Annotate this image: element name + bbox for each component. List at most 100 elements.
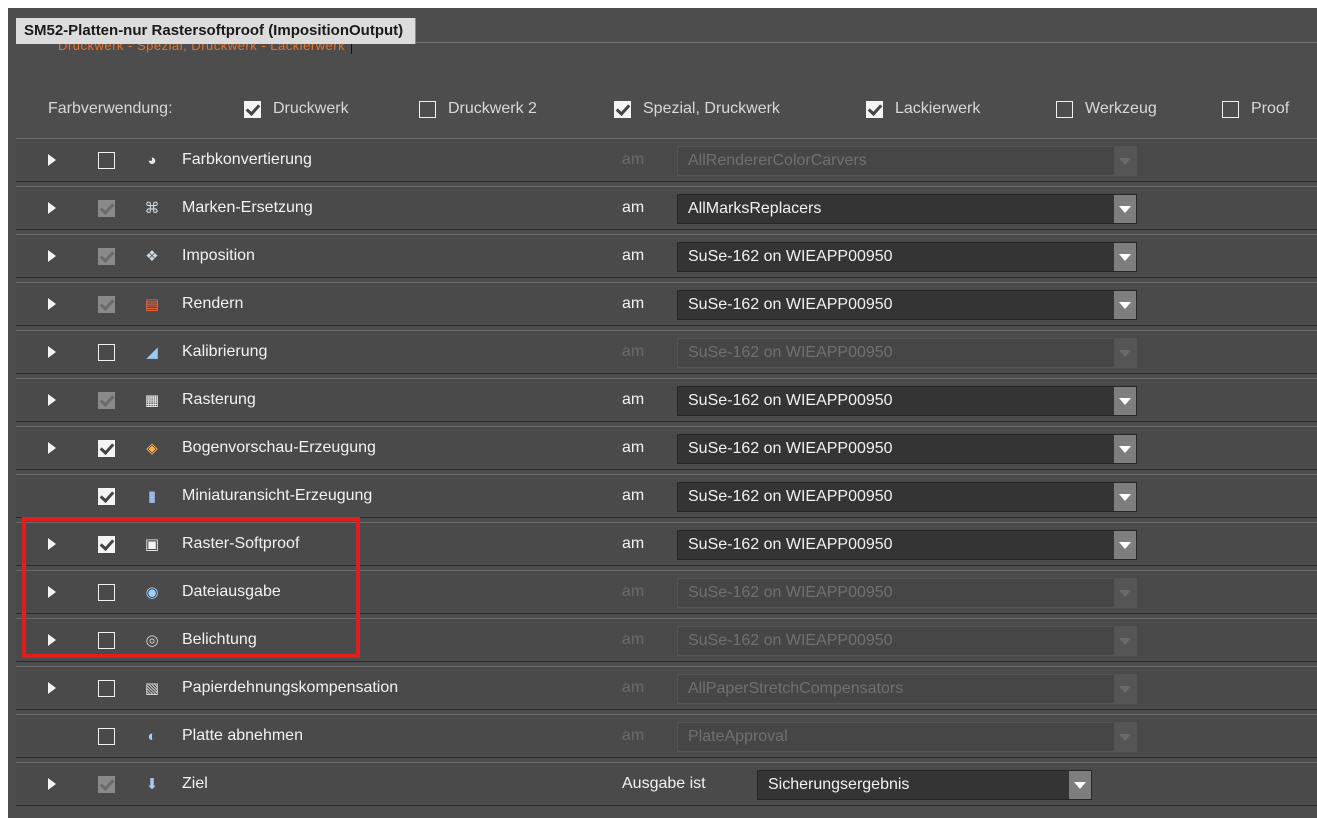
farbverwendung-option-lackierwerk[interactable]: Lackierwerk xyxy=(866,98,980,120)
processor-select-value: SuSe-162 on WIEAPP00950 xyxy=(688,296,893,313)
process-row: ◢ Kalibrierung am SuSe-162 on WIEAPP00950 xyxy=(16,330,1317,374)
exposure-icon: ◎ xyxy=(145,632,159,649)
farbverwendung-option-proof[interactable]: Proof xyxy=(1222,98,1289,120)
processor-select-value: SuSe-162 on WIEAPP00950 xyxy=(688,584,893,601)
ziel-checkbox[interactable] xyxy=(98,776,115,793)
calibration-icon: ◢ xyxy=(146,344,158,361)
process-row: ❖ Imposition am SuSe-162 on WIEAPP00950 xyxy=(16,234,1317,278)
process-label: Rendern xyxy=(182,295,244,312)
am-label: am xyxy=(622,727,645,744)
chevron-down-icon[interactable] xyxy=(1114,483,1136,511)
process-label: Marken-Ersetzung xyxy=(182,199,313,216)
expand-arrow-icon[interactable] xyxy=(48,250,56,262)
chevron-down-icon[interactable] xyxy=(1114,435,1136,463)
processor-select[interactable]: SuSe-162 on WIEAPP00950 xyxy=(677,290,1137,320)
checkbox[interactable] xyxy=(866,100,883,118)
processor-select: PlateApproval xyxy=(677,722,1137,752)
chevron-down-icon[interactable] xyxy=(1114,243,1136,271)
expand-arrow-icon[interactable] xyxy=(48,202,56,214)
process-label: Miniaturansicht-Erzeugung xyxy=(182,487,373,504)
color-convert-icon: ◕ xyxy=(147,151,157,169)
process-label: Imposition xyxy=(182,247,255,264)
process-enable-checkbox[interactable] xyxy=(98,344,115,361)
processor-select[interactable]: SuSe-162 on WIEAPP00950 xyxy=(677,386,1137,416)
farbverwendung-option-druckwerk-2[interactable]: Druckwerk 2 xyxy=(419,98,537,120)
processor-select-value: SuSe-162 on WIEAPP00950 xyxy=(688,344,893,361)
chevron-down-icon[interactable] xyxy=(1114,387,1136,415)
plate-approval-icon: ◐ xyxy=(147,727,157,745)
process-list: ◕ Farbkonvertierung am AllRendererColorCarv… xyxy=(16,138,1317,810)
process-enable-checkbox[interactable] xyxy=(98,632,115,649)
window-title: SM52-Platten-nur Rastersoftproof (Imposi… xyxy=(16,18,417,44)
checkbox[interactable] xyxy=(244,100,261,118)
chevron-down-icon[interactable] xyxy=(1114,195,1136,223)
process-enable-checkbox[interactable] xyxy=(98,728,115,745)
process-label: Dateiausgabe xyxy=(182,583,281,600)
farbverwendung-bar: Farbverwendung: Druckwerk Druckwerk 2 Sp… xyxy=(8,90,1317,128)
process-label: Farbkonvertierung xyxy=(182,151,312,168)
process-enable-checkbox[interactable] xyxy=(98,248,115,265)
processor-select-value: SuSe-162 on WIEAPP00950 xyxy=(688,248,893,265)
checkbox[interactable] xyxy=(614,100,631,118)
expand-arrow-icon[interactable] xyxy=(48,394,56,406)
expand-arrow-icon[interactable] xyxy=(48,682,56,694)
process-plan-window: SM52-Platten-nur Rastersoftproof (Imposi… xyxy=(8,8,1317,818)
process-row: ⌘ Marken-Ersetzung am AllMarksReplacers xyxy=(16,186,1317,230)
checkbox[interactable] xyxy=(419,100,436,118)
ziel-label: Ziel xyxy=(182,775,208,792)
expand-arrow-icon[interactable] xyxy=(48,778,56,790)
process-enable-checkbox[interactable] xyxy=(98,392,115,409)
processor-select-value: SuSe-162 on WIEAPP00950 xyxy=(688,632,893,649)
chevron-down-icon xyxy=(1114,147,1136,175)
expand-arrow-icon[interactable] xyxy=(48,346,56,358)
thumbnail-icon: ▮ xyxy=(147,488,157,505)
sheet-preview-icon: ◈ xyxy=(146,440,158,457)
option-label: Proof xyxy=(1251,100,1290,117)
process-enable-checkbox[interactable] xyxy=(98,296,115,313)
ausgabe-select[interactable]: Sicherungsergebnis xyxy=(757,770,1092,800)
process-enable-checkbox[interactable] xyxy=(98,584,115,601)
process-enable-checkbox[interactable] xyxy=(98,488,115,505)
process-enable-checkbox[interactable] xyxy=(98,536,115,553)
am-label: am xyxy=(622,535,645,552)
processor-select[interactable]: SuSe-162 on WIEAPP00950 xyxy=(677,482,1137,512)
farbverwendung-option-druckwerk[interactable]: Druckwerk xyxy=(244,98,349,120)
process-row: ▣ Raster-Softproof am SuSe-162 on WIEAPP009… xyxy=(16,522,1317,566)
farbverwendung-label: Farbverwendung: xyxy=(48,98,173,120)
processor-select[interactable]: SuSe-162 on WIEAPP00950 xyxy=(677,434,1137,464)
expand-arrow-icon[interactable] xyxy=(48,586,56,598)
imposition-icon: ❖ xyxy=(145,248,159,265)
am-label: am xyxy=(622,487,645,504)
marks-replace-icon: ⌘ xyxy=(144,200,160,217)
processor-select: AllPaperStretchCompensators xyxy=(677,674,1137,704)
process-label: Bogenvorschau-Erzeugung xyxy=(182,439,376,456)
farbverwendung-option-spezial-druckwerk[interactable]: Spezial, Druckwerk xyxy=(614,98,780,120)
chevron-down-icon[interactable] xyxy=(1114,291,1136,319)
processor-select[interactable]: SuSe-162 on WIEAPP00950 xyxy=(677,530,1137,560)
am-label: am xyxy=(622,631,645,648)
option-label: Druckwerk 2 xyxy=(448,100,537,117)
chevron-down-icon[interactable] xyxy=(1114,531,1136,559)
expand-arrow-icon[interactable] xyxy=(48,634,56,646)
softproof-icon: ▣ xyxy=(144,536,160,553)
checkbox[interactable] xyxy=(1056,100,1073,118)
expand-arrow-icon[interactable] xyxy=(48,298,56,310)
option-label: Werkzeug xyxy=(1085,100,1157,117)
am-label: am xyxy=(622,343,645,360)
processor-select[interactable]: SuSe-162 on WIEAPP00950 xyxy=(677,242,1137,272)
expand-arrow-icon[interactable] xyxy=(48,154,56,166)
processor-select-value: SuSe-162 on WIEAPP00950 xyxy=(688,488,893,505)
processor-select[interactable]: AllMarksReplacers xyxy=(677,194,1137,224)
process-enable-checkbox[interactable] xyxy=(98,200,115,217)
process-enable-checkbox[interactable] xyxy=(98,440,115,457)
processor-select: SuSe-162 on WIEAPP00950 xyxy=(677,338,1137,368)
expand-arrow-icon[interactable] xyxy=(48,442,56,454)
process-enable-checkbox[interactable] xyxy=(98,152,115,169)
expand-arrow-icon[interactable] xyxy=(48,538,56,550)
farbverwendung-option-werkzeug[interactable]: Werkzeug xyxy=(1056,98,1157,120)
am-label: am xyxy=(622,391,645,408)
chevron-down-icon[interactable] xyxy=(1069,771,1091,799)
process-enable-checkbox[interactable] xyxy=(98,680,115,697)
chevron-down-icon xyxy=(1114,675,1136,703)
checkbox[interactable] xyxy=(1222,100,1239,118)
